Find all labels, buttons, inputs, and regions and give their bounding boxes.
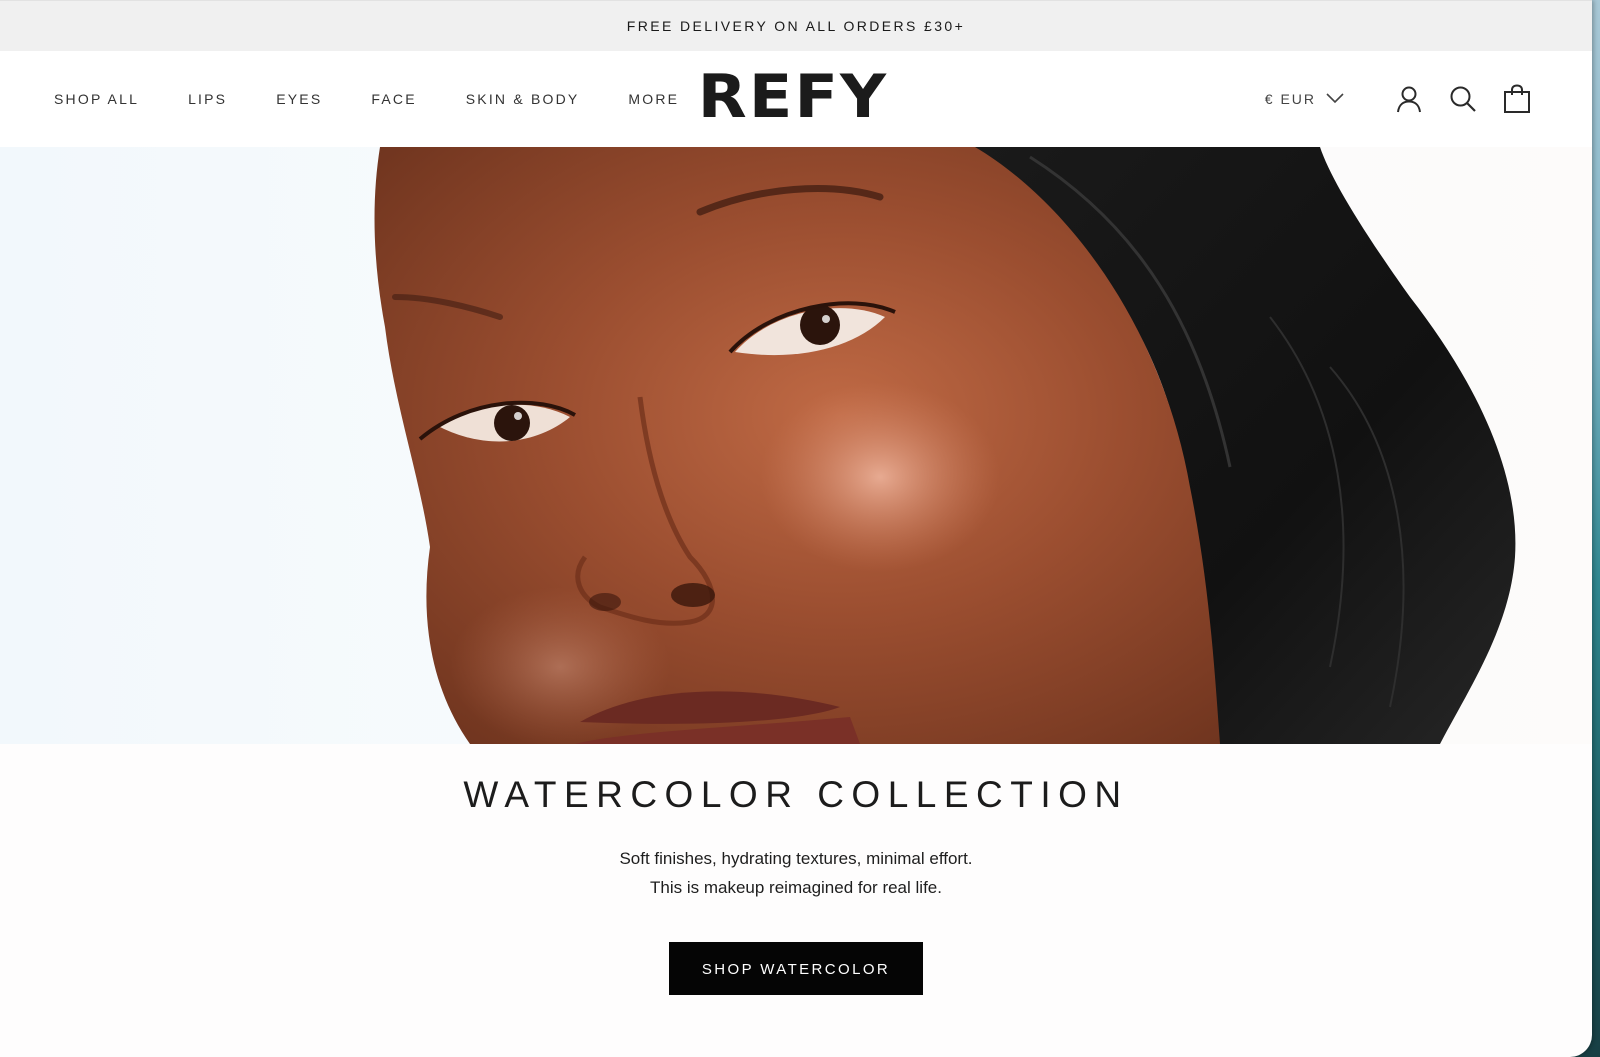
nav-lips[interactable]: LIPS bbox=[188, 91, 227, 107]
site-header: SHOP ALL LIPS EYES FACE SKIN & BODY MORE… bbox=[0, 51, 1592, 147]
cart-icon[interactable] bbox=[1502, 84, 1532, 114]
shop-watercolor-button[interactable]: SHOP WATERCOLOR bbox=[669, 942, 923, 995]
collection-subtitle: Soft finishes, hydrating textures, minim… bbox=[0, 844, 1592, 902]
search-icon[interactable] bbox=[1448, 84, 1478, 114]
currency-selector[interactable]: € EUR bbox=[1265, 91, 1344, 107]
nav-shop-all[interactable]: SHOP ALL bbox=[54, 91, 139, 107]
nav-more[interactable]: MORE bbox=[628, 91, 679, 107]
announcement-text: FREE DELIVERY ON ALL ORDERS £30+ bbox=[626, 18, 966, 34]
subtitle-line-1: Soft finishes, hydrating textures, minim… bbox=[619, 849, 973, 868]
announcement-bar: FREE DELIVERY ON ALL ORDERS £30+ bbox=[0, 0, 1592, 51]
collection-title: WATERCOLOR COLLECTION bbox=[463, 774, 1129, 815]
brand-logo[interactable]: REFY bbox=[698, 62, 888, 132]
collection-section: WATERCOLOR COLLECTION Soft finishes, hyd… bbox=[0, 744, 1592, 995]
browser-page: FREE DELIVERY ON ALL ORDERS £30+ SHOP AL… bbox=[0, 0, 1592, 1057]
hero-image bbox=[374, 147, 1516, 744]
nav-face[interactable]: FACE bbox=[371, 91, 416, 107]
chevron-down-icon bbox=[1326, 91, 1344, 107]
nav-skin-body[interactable]: SKIN & BODY bbox=[466, 91, 580, 107]
main-nav: SHOP ALL LIPS EYES FACE SKIN & BODY MORE bbox=[54, 51, 728, 147]
subtitle-line-2: This is makeup reimagined for real life. bbox=[650, 878, 942, 897]
header-actions: € EUR bbox=[1265, 51, 1532, 147]
nav-eyes[interactable]: EYES bbox=[276, 91, 322, 107]
currency-label: € EUR bbox=[1264, 91, 1316, 107]
account-icon[interactable] bbox=[1394, 84, 1424, 114]
hero-banner[interactable] bbox=[0, 147, 1592, 744]
